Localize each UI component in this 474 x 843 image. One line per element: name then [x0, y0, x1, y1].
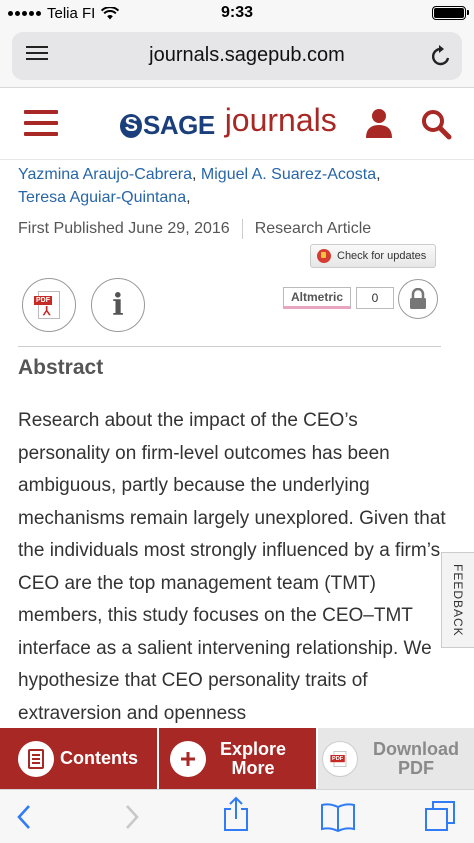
feedback-label: FEEDBACK: [451, 563, 465, 637]
altmetric-badge[interactable]: Altmetric: [283, 287, 351, 309]
search-icon[interactable]: [420, 108, 452, 140]
download-pdf-label: Download PDF: [373, 738, 459, 778]
article-action-bar: Contents Explore More PDF Download PDF: [0, 728, 474, 789]
abstract-text: Research about the impact of the CEO’s p…: [18, 410, 446, 724]
explore-more-button[interactable]: Explore More: [159, 728, 316, 789]
author-link[interactable]: Teresa Aguiar-Quintana: [18, 189, 186, 206]
forward-icon[interactable]: [124, 804, 140, 830]
info-button[interactable]: i: [91, 278, 145, 332]
contents-label: Contents: [60, 748, 138, 768]
pdf-icon: PDF ⅄: [34, 291, 60, 319]
bookmarks-icon[interactable]: [320, 802, 356, 832]
check-for-updates-button[interactable]: Check for updates: [310, 244, 436, 268]
site-header: S SAGE journals: [0, 88, 474, 160]
lock-icon: [410, 288, 426, 309]
url-text[interactable]: journals.sagepub.com: [12, 44, 474, 67]
contents-icon: [18, 740, 54, 777]
battery-icon: [432, 6, 469, 20]
tabs-icon[interactable]: [424, 800, 456, 832]
author-link[interactable]: Yazmina Araujo-Cabrera: [18, 166, 192, 183]
share-icon[interactable]: [222, 796, 250, 832]
download-pdf-button[interactable]: PDF Download PDF: [318, 728, 474, 789]
status-bar: Telia FI 9:33: [0, 0, 474, 26]
feedback-tab[interactable]: FEEDBACK: [441, 552, 474, 648]
divider: [241, 219, 243, 239]
publication-info: First Published June 29, 2016 Research A…: [18, 219, 371, 239]
article-type: Research Article: [254, 220, 372, 237]
browser-address-area: journals.sagepub.com: [0, 26, 474, 88]
crossmark-icon: [317, 249, 331, 263]
sage-journals-logo[interactable]: S SAGE journals: [120, 102, 337, 141]
info-icon: i: [112, 287, 124, 323]
abstract-heading: Abstract: [18, 356, 104, 379]
user-icon[interactable]: [364, 108, 394, 138]
contents-button[interactable]: Contents: [0, 728, 157, 789]
logo-journals: journals: [224, 102, 337, 138]
address-bar[interactable]: journals.sagepub.com: [12, 32, 462, 80]
author-link[interactable]: Miguel A. Suarez-Acosta: [201, 166, 376, 183]
explore-more-label: Explore More: [219, 738, 287, 778]
pdf-button[interactable]: PDF ⅄: [22, 278, 76, 332]
first-published: First Published June 29, 2016: [18, 220, 230, 237]
reload-icon[interactable]: [430, 44, 452, 68]
section-divider: [18, 346, 441, 347]
back-icon[interactable]: [16, 804, 32, 830]
clock: 9:33: [220, 4, 254, 21]
access-button[interactable]: [398, 279, 438, 319]
logo-sage: S SAGE: [120, 110, 215, 141]
menu-icon[interactable]: [24, 110, 58, 143]
altmetric-score: 0: [356, 287, 394, 309]
author-list: Yazmina Araujo-Cabrera, Miguel A. Suarez…: [18, 166, 381, 206]
check-updates-label: Check for updates: [337, 250, 427, 262]
pdf-icon: PDF: [322, 740, 358, 777]
browser-toolbar: [0, 789, 474, 843]
plus-icon: [170, 740, 206, 777]
